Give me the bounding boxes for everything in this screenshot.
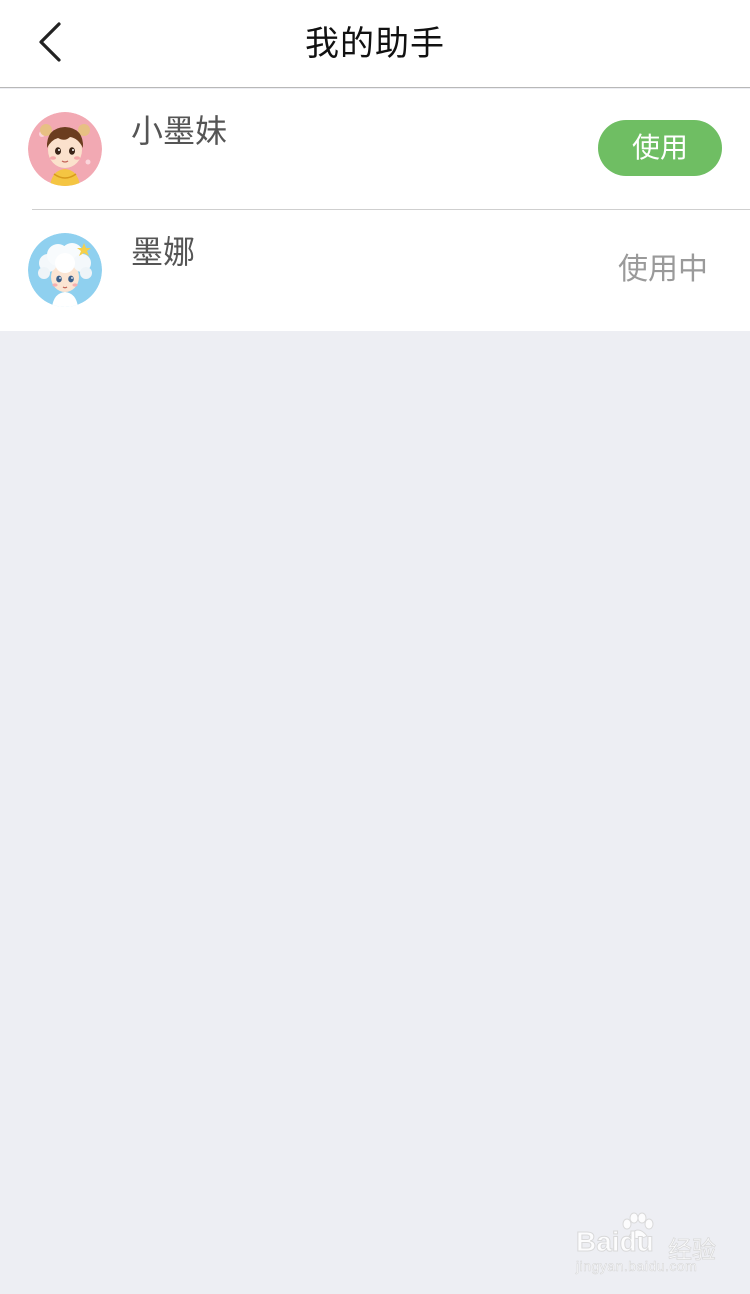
in-use-status: 使用中	[618, 252, 708, 287]
cartoon-cloud-hair-avatar-icon	[28, 233, 102, 307]
watermark-url: jingyan.baidu.com	[576, 1258, 698, 1275]
assistant-name: 小墨妹	[131, 112, 228, 150]
list-item: 小墨妹 使用	[0, 89, 750, 210]
watermark-brand: Baidu	[576, 1226, 655, 1258]
list-item: 墨娜 使用中	[0, 209, 750, 331]
assistant-list: 小墨妹 使用 墨娜 使用中	[0, 89, 750, 331]
avatar	[28, 112, 102, 186]
assistant-screen: 我的助手 小墨妹 使用 墨娜 使用中 Baidu 经验 jingyan.baid…	[0, 0, 750, 1294]
use-button[interactable]: 使用	[598, 120, 722, 176]
nav-bar: 我的助手	[0, 0, 750, 88]
avatar	[28, 233, 102, 307]
watermark: Baidu 经验 jingyan.baidu.com	[576, 1212, 726, 1278]
page-title: 我的助手	[305, 24, 445, 64]
cartoon-girl-avatar-icon	[28, 112, 102, 186]
assistant-name: 墨娜	[131, 233, 196, 271]
